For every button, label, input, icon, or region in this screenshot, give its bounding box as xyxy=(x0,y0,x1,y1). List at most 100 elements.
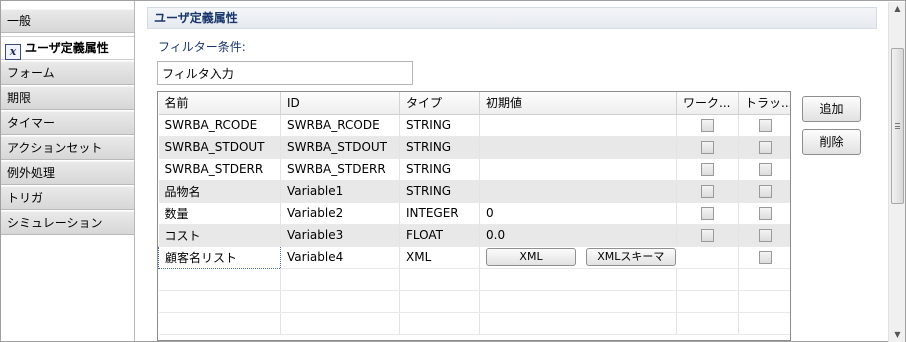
sidebar-item-label: タイマー xyxy=(7,116,56,130)
cell-workitem xyxy=(676,180,739,203)
cell-initial-value[interactable] xyxy=(479,114,677,137)
sidebar-item-simulation[interactable]: シミュレーション xyxy=(1,211,134,235)
sidebar-item-label: ユーザ定義属性 xyxy=(25,41,109,55)
cell-type[interactable]: STRING xyxy=(399,136,480,159)
cell-tracking xyxy=(738,224,790,247)
table-row-empty xyxy=(158,312,790,335)
table-row[interactable]: SWRBA_STDOUT SWRBA_STDOUT STRING xyxy=(158,136,790,159)
scroll-up-icon[interactable]: ▲ xyxy=(889,2,906,16)
sidebar-item-deadline[interactable]: 期限 xyxy=(1,86,134,110)
sidebar-item-form[interactable]: フォーム xyxy=(1,61,134,85)
cell-initial-value[interactable] xyxy=(479,158,677,181)
cell-type[interactable]: STRING xyxy=(399,158,480,181)
table-row[interactable]: 数量 Variable2 INTEGER 0 xyxy=(158,202,790,225)
table-row-empty xyxy=(158,268,790,291)
sidebar-item-label: 一般 xyxy=(7,14,32,28)
delete-button[interactable]: 削除 xyxy=(802,129,861,155)
cell-id[interactable]: Variable3 xyxy=(280,224,400,247)
cell-workitem xyxy=(676,202,739,225)
column-header-name[interactable]: 名前 xyxy=(158,92,281,115)
tracking-checkbox[interactable] xyxy=(758,163,772,176)
cell-type[interactable]: FLOAT xyxy=(399,224,480,247)
cell-tracking xyxy=(738,114,790,137)
window-frame: 一般 x ユーザ定義属性 フォーム 期限 タイマー アクションセット 例外処理 ト… xyxy=(0,0,906,342)
xml-button[interactable]: XML xyxy=(486,248,576,266)
cell-id[interactable]: SWRBA_RCODE xyxy=(280,114,400,137)
tracking-checkbox[interactable] xyxy=(758,207,772,220)
cell-name[interactable]: 数量 xyxy=(158,202,281,225)
add-button[interactable]: 追加 xyxy=(802,96,861,122)
cell-initial-value[interactable]: 0.0 xyxy=(479,224,677,247)
vertical-scrollbar[interactable]: ▲ ▼ xyxy=(888,2,905,342)
cell-name[interactable]: 顧客名リスト xyxy=(158,245,281,269)
workitem-checkbox[interactable] xyxy=(701,229,714,242)
workitem-checkbox[interactable] xyxy=(701,185,714,198)
x-variable-icon: x xyxy=(5,44,21,60)
cell-workitem xyxy=(676,158,739,181)
cell-id[interactable]: Variable1 xyxy=(280,180,400,203)
cell-initial-value[interactable] xyxy=(479,180,677,203)
cell-type[interactable]: STRING xyxy=(399,114,480,137)
scrollbar-thumb[interactable] xyxy=(891,48,904,204)
cell-initial-value[interactable]: 0 xyxy=(479,202,677,225)
sidebar-item-timer[interactable]: タイマー xyxy=(1,111,134,135)
tracking-checkbox[interactable] xyxy=(758,229,772,242)
workitem-checkbox[interactable] xyxy=(701,141,714,154)
sidebar: 一般 x ユーザ定義属性 フォーム 期限 タイマー アクションセット 例外処理 ト… xyxy=(1,1,135,341)
column-header-workitem[interactable]: ワーク... xyxy=(676,92,739,115)
sidebar-item-exception[interactable]: 例外処理 xyxy=(1,161,134,185)
grip-icon xyxy=(895,123,900,129)
section-title: ユーザ定義属性 xyxy=(147,7,877,29)
cell-name[interactable]: SWRBA_RCODE xyxy=(158,114,281,137)
workitem-checkbox[interactable] xyxy=(701,163,714,176)
sidebar-item-trigger[interactable]: トリガ xyxy=(1,186,134,210)
cell-type[interactable]: XML xyxy=(399,246,480,269)
column-header-id[interactable]: ID xyxy=(280,92,400,115)
cell-workitem xyxy=(676,136,739,159)
sidebar-item-general[interactable]: 一般 xyxy=(1,9,134,33)
cell-type[interactable]: INTEGER xyxy=(399,202,480,225)
table-row[interactable]: SWRBA_RCODE SWRBA_RCODE STRING xyxy=(158,114,790,137)
table-row[interactable]: 品物名 Variable1 STRING xyxy=(158,180,790,203)
workitem-checkbox[interactable] xyxy=(701,207,714,220)
tracking-checkbox[interactable] xyxy=(758,141,772,154)
cell-type[interactable]: STRING xyxy=(399,180,480,203)
scroll-down-icon[interactable]: ▼ xyxy=(889,328,906,342)
cell-name[interactable]: コスト xyxy=(158,224,281,247)
sidebar-item-label: 例外処理 xyxy=(7,166,56,180)
cell-tracking xyxy=(738,246,790,269)
cell-name[interactable]: 品物名 xyxy=(158,180,281,203)
cell-tracking xyxy=(738,136,790,159)
xml-schema-button[interactable]: XMLスキーマ xyxy=(585,248,676,266)
table-row[interactable]: SWRBA_STDERR SWRBA_STDERR STRING xyxy=(158,158,790,181)
sidebar-item-user-attributes[interactable]: x ユーザ定義属性 xyxy=(1,36,134,60)
cell-tracking xyxy=(738,180,790,203)
cell-id[interactable]: SWRBA_STDERR xyxy=(280,158,400,181)
cell-name[interactable]: SWRBA_STDERR xyxy=(158,158,281,181)
sidebar-item-action-set[interactable]: アクションセット xyxy=(1,136,134,160)
tracking-checkbox[interactable] xyxy=(758,185,772,198)
workitem-checkbox[interactable] xyxy=(701,119,714,132)
attributes-table: 名前 ID タイプ 初期値 ワーク... トラッ... SWRBA_RCODE … xyxy=(157,91,791,341)
cell-name[interactable]: SWRBA_STDOUT xyxy=(158,136,281,159)
tracking-checkbox[interactable] xyxy=(758,119,772,132)
column-header-tracking[interactable]: トラッ... xyxy=(738,92,790,115)
cell-tracking xyxy=(738,158,790,181)
cell-initial-value[interactable] xyxy=(479,136,677,159)
cell-workitem xyxy=(676,114,739,137)
sidebar-item-label: トリガ xyxy=(7,191,44,205)
cell-id[interactable]: Variable2 xyxy=(280,202,400,225)
sidebar-item-label: シミュレーション xyxy=(7,216,103,230)
cell-id[interactable]: SWRBA_STDOUT xyxy=(280,136,400,159)
column-header-type[interactable]: タイプ xyxy=(399,92,480,115)
tracking-checkbox[interactable] xyxy=(758,251,772,264)
filter-input[interactable] xyxy=(157,61,413,85)
sidebar-item-label: アクションセット xyxy=(7,141,103,155)
column-header-initial-value[interactable]: 初期値 xyxy=(479,92,677,115)
table-header-row: 名前 ID タイプ 初期値 ワーク... トラッ... xyxy=(158,92,790,115)
table-row-selected[interactable]: 顧客名リスト Variable4 XML XML XMLスキーマ xyxy=(158,245,790,269)
cell-id[interactable]: Variable4 xyxy=(280,246,400,269)
cell-workitem xyxy=(676,224,739,247)
table-row[interactable]: コスト Variable3 FLOAT 0.0 xyxy=(158,224,790,247)
table-row-empty xyxy=(158,290,790,313)
